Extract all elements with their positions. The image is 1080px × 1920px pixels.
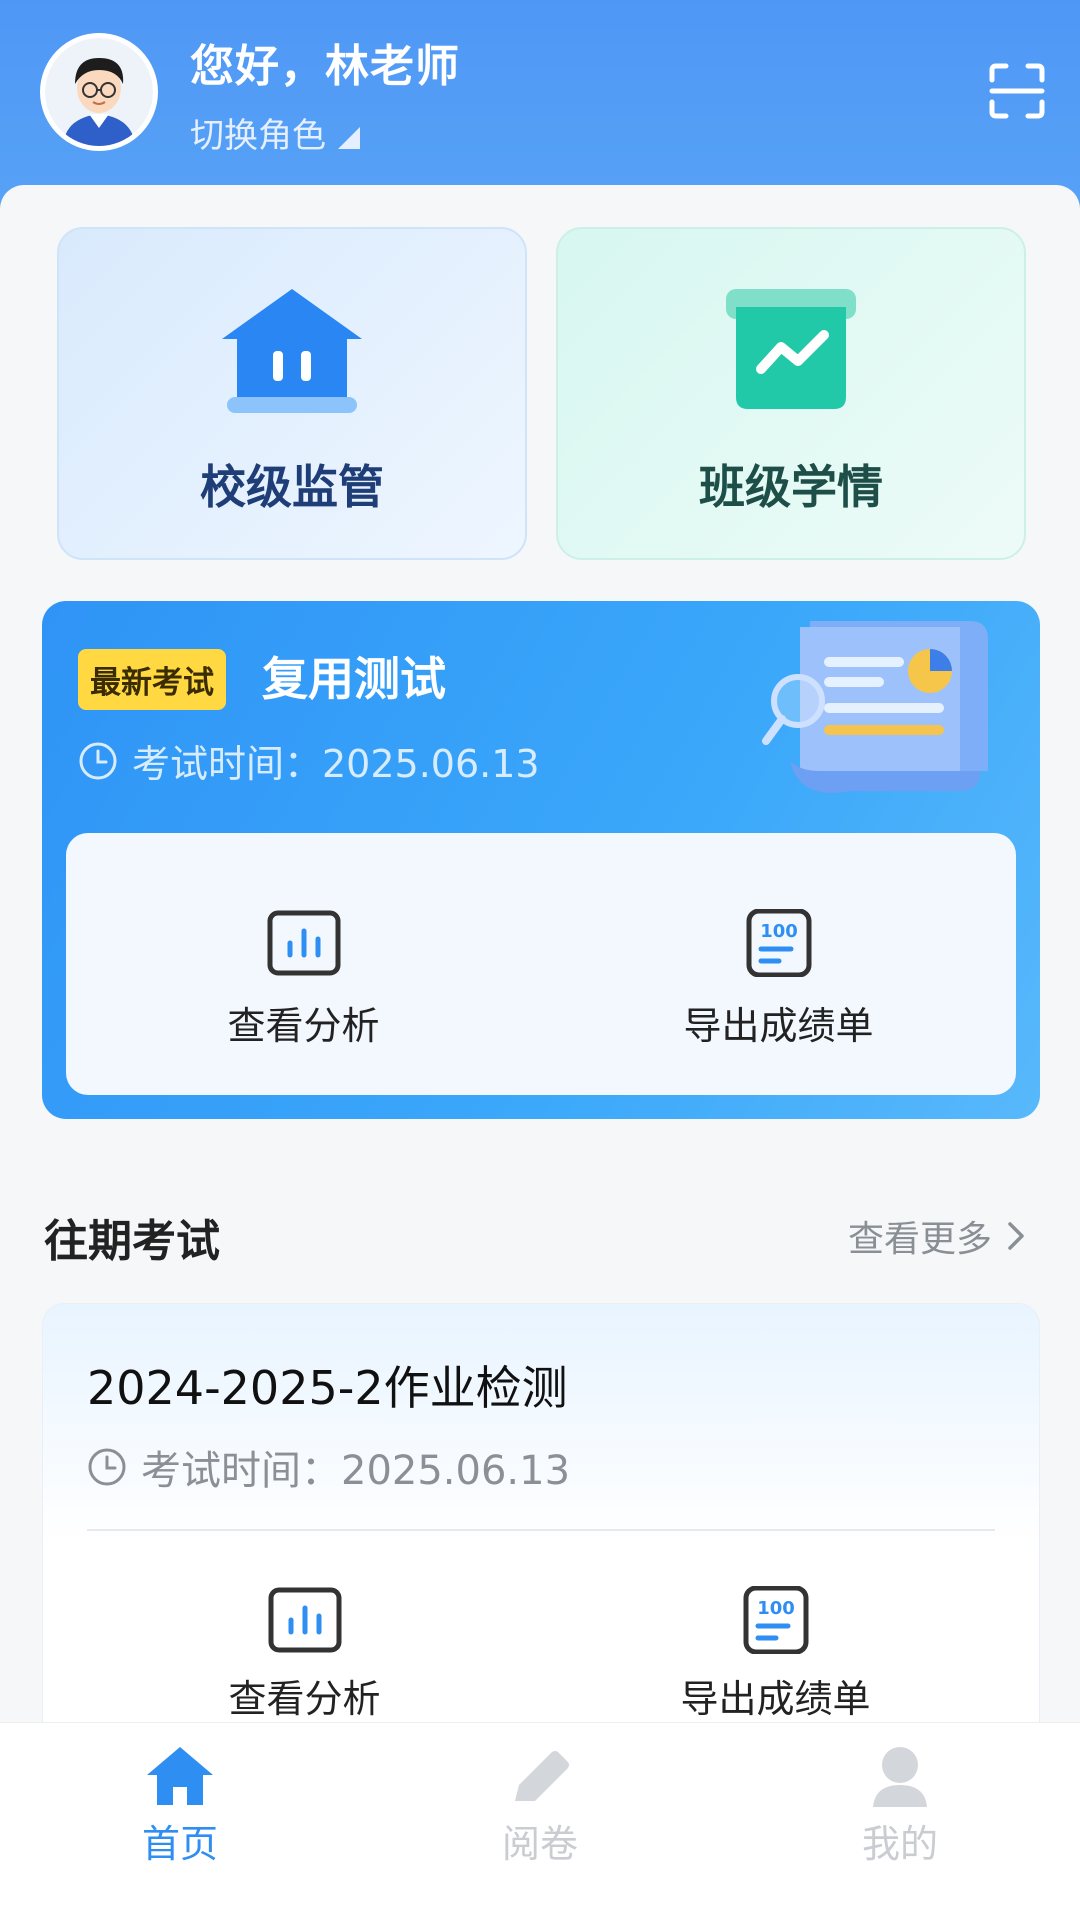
bottom-tab-bar: 首页 阅卷 我的: [0, 1722, 1080, 1920]
report-illustration: [760, 611, 1000, 811]
tab-grading[interactable]: 阅卷: [450, 1745, 630, 1875]
see-more-link[interactable]: 查看更多: [848, 1210, 1026, 1262]
latest-exam-badge: 最新考试: [78, 649, 226, 710]
greeting-text: 您好，林老师: [190, 41, 460, 92]
svg-text:100: 100: [757, 1598, 795, 1619]
class-situation-card[interactable]: 班级学情: [556, 227, 1026, 560]
home-icon: [145, 1745, 215, 1807]
pen-icon: [505, 1745, 575, 1807]
latest-exam-actions: 查看分析 100 导出成绩单: [66, 833, 1016, 1095]
past-view-analysis-button[interactable]: 查看分析: [67, 1304, 542, 1744]
latest-exam-title: 复用测试: [262, 652, 446, 706]
score-sheet-icon: 100: [741, 908, 817, 978]
latest-exam-card[interactable]: 最新考试 复用测试 考试时间：2025.06.13 查看分析 100 导出成绩单: [42, 601, 1040, 1119]
export-scores-button[interactable]: 100 导出成绩单: [541, 833, 1016, 1095]
view-analysis-label: 查看分析: [227, 1004, 380, 1048]
export-scores-label: 导出成绩单: [683, 1004, 874, 1048]
tab-home-label: 首页: [141, 1822, 218, 1866]
score-sheet-icon: 100: [738, 1585, 814, 1655]
past-exams-title: 往期考试: [44, 1216, 220, 1267]
past-exam-card[interactable]: 2024-2025-2作业检测 考试时间：2025.06.13 查看分析 100: [42, 1303, 1040, 1743]
switch-role-label: 切换角色: [190, 116, 326, 156]
user-icon: [865, 1745, 935, 1807]
past-export-scores-label: 导出成绩单: [680, 1677, 871, 1721]
latest-exam-time: 考试时间：2025.06.13: [78, 733, 540, 788]
class-trend-icon: [716, 279, 866, 429]
avatar[interactable]: [40, 33, 158, 151]
see-more-label: 查看更多: [847, 1219, 992, 1260]
class-situation-label: 班级学情: [699, 460, 883, 514]
chart-icon: [266, 909, 342, 977]
tab-me-label: 我的: [861, 1822, 938, 1866]
school-icon: [217, 279, 367, 429]
dropdown-triangle-icon: [338, 126, 360, 149]
clock-icon: [79, 742, 117, 779]
latest-exam-time-text: 考试时间：2025.06.13: [132, 742, 540, 786]
past-export-scores-button[interactable]: 100 导出成绩单: [538, 1304, 1013, 1744]
svg-text:100: 100: [760, 921, 798, 942]
chevron-right-icon: [1008, 1222, 1024, 1250]
tab-me[interactable]: 我的: [810, 1745, 990, 1875]
past-view-analysis-label: 查看分析: [228, 1677, 381, 1721]
tab-grading-label: 阅卷: [501, 1822, 578, 1866]
chart-icon: [267, 1586, 343, 1654]
view-analysis-button[interactable]: 查看分析: [66, 833, 541, 1095]
school-supervision-card[interactable]: 校级监管: [57, 227, 527, 560]
scan-icon[interactable]: [988, 62, 1046, 120]
switch-role-button[interactable]: 切换角色: [190, 108, 360, 157]
school-supervision-label: 校级监管: [200, 460, 384, 514]
tab-home[interactable]: 首页: [90, 1745, 270, 1875]
avatar-image: [45, 38, 153, 146]
